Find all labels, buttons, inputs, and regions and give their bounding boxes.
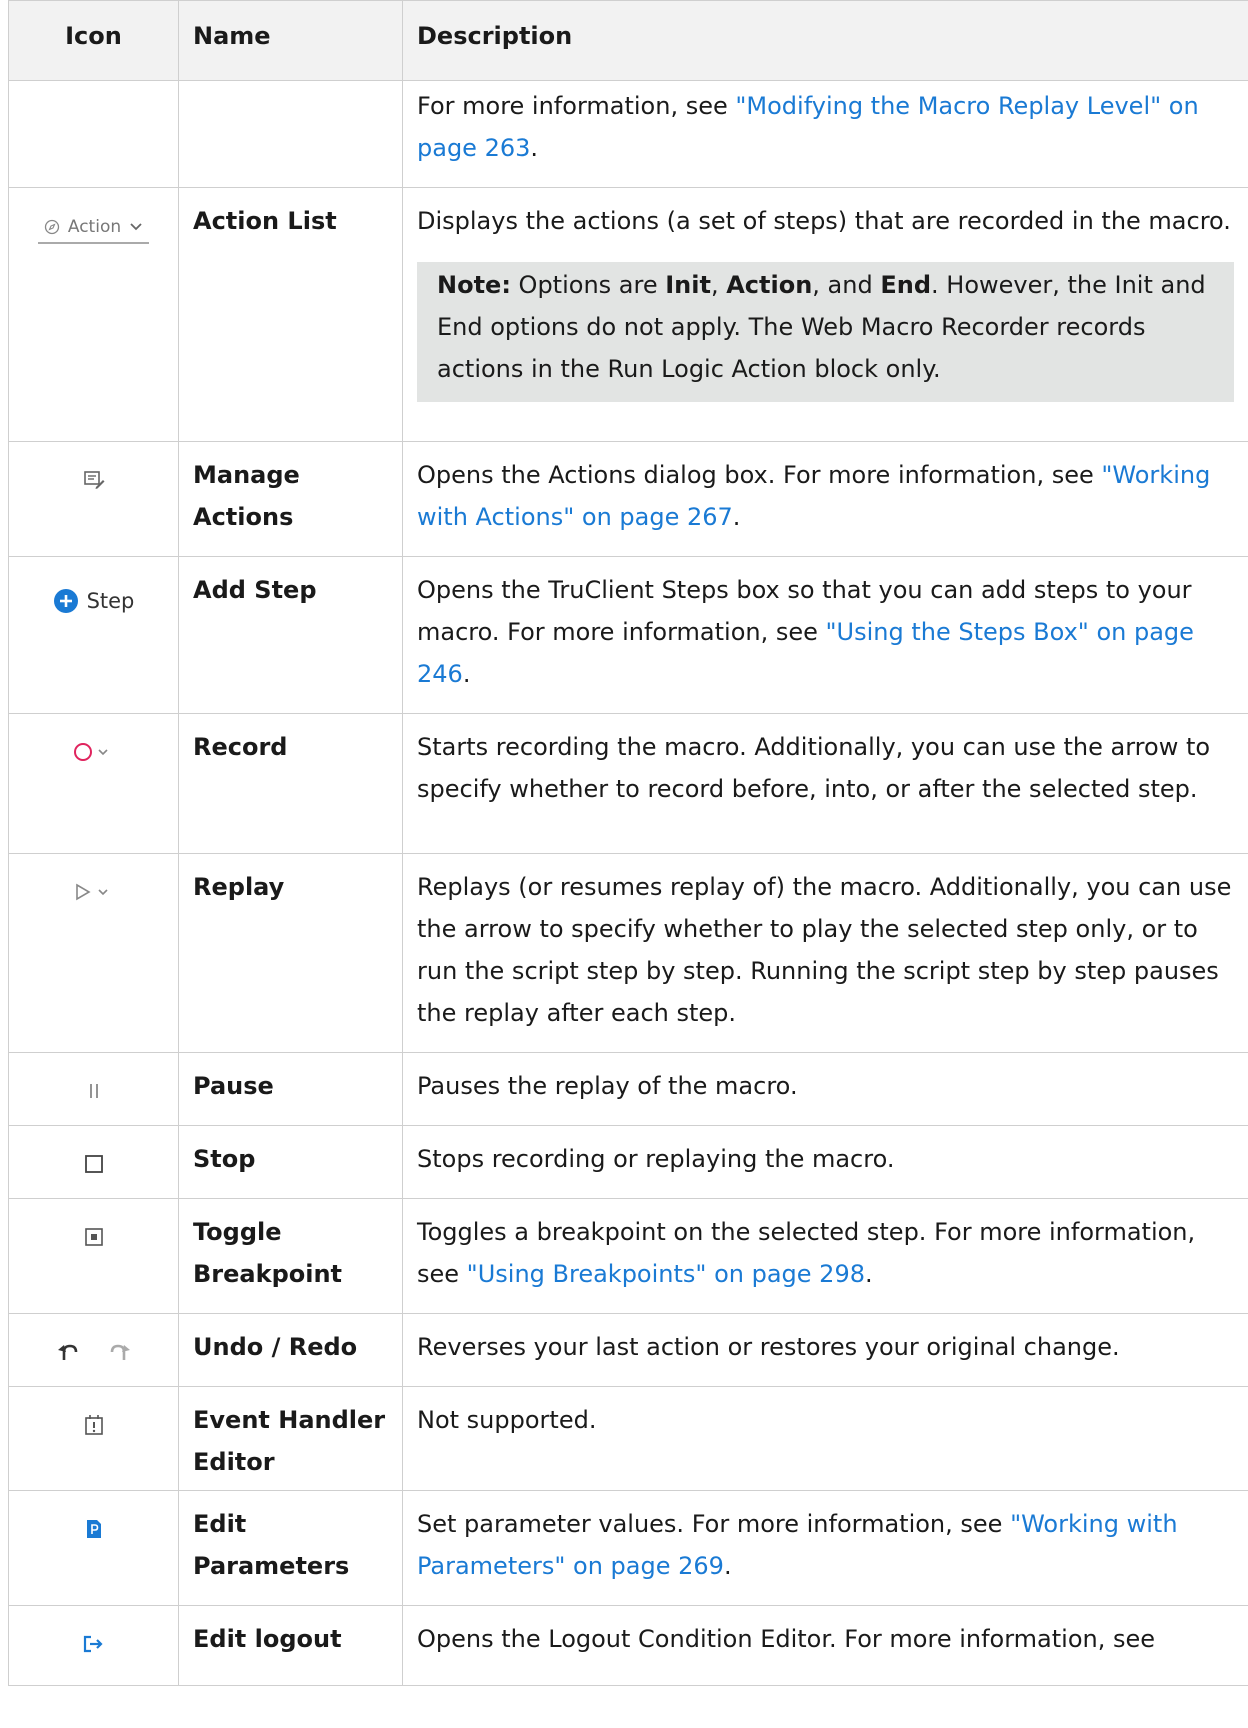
manage-actions-icon — [83, 469, 105, 491]
row-description: Opens the Logout Condition Editor. For m… — [402, 1605, 1248, 1686]
row-description: Starts recording the macro. Additionally… — [402, 713, 1248, 854]
icon-cell-empty — [8, 80, 179, 188]
row-name: Action List — [178, 187, 403, 442]
row-name: Toggle Breakpoint — [178, 1198, 403, 1314]
row-description: Opens the TruClient Steps box so that yo… — [402, 556, 1248, 714]
note-text: , — [710, 271, 727, 299]
table-row: Step Add Step Opens the TruClient Steps … — [8, 556, 1248, 714]
icon-cell — [8, 713, 179, 854]
icon-cell — [8, 441, 179, 557]
action-dropdown-label: Action — [67, 217, 122, 237]
row-name: Manage Actions — [178, 441, 403, 557]
header-description: Description — [402, 0, 1248, 81]
row-description: Toggles a breakpoint on the selected ste… — [402, 1198, 1248, 1314]
table-header-row: Icon Name Description — [8, 0, 1248, 81]
note-bold-init: Init — [665, 271, 711, 299]
replay-icon — [71, 880, 117, 904]
row-name: Stop — [178, 1125, 403, 1199]
icon-cell: Action — [8, 187, 179, 442]
note-text: , and — [812, 271, 881, 299]
table-row: Action Action List Displays the actions … — [8, 187, 1248, 442]
table-row: Edit logout Opens the Logout Condition E… — [8, 1605, 1248, 1686]
edit-logout-icon — [82, 1633, 106, 1655]
description-period: . — [530, 134, 539, 162]
description-text: Opens the Actions dialog box. For more i… — [417, 461, 1102, 489]
table-row: For more information, see "Modifying the… — [8, 80, 1248, 188]
description-period: . — [462, 660, 471, 688]
row-description: For more information, see "Modifying the… — [402, 80, 1248, 188]
row-name — [178, 80, 403, 188]
edit-parameters-icon — [84, 1518, 104, 1540]
icon-cell — [8, 1198, 179, 1314]
icon-cell — [8, 1052, 179, 1126]
row-description: Pauses the replay of the macro. — [402, 1052, 1248, 1126]
table-row: Edit Parameters Set parameter values. Fo… — [8, 1490, 1248, 1606]
action-dropdown-icon: Action — [37, 216, 150, 244]
note-text: Options are — [510, 271, 666, 299]
icon-cell — [8, 1490, 179, 1606]
row-name: Add Step — [178, 556, 403, 714]
add-step-icon: Step — [53, 588, 135, 614]
table-row: Record Starts recording the macro. Addit… — [8, 713, 1248, 854]
plus-circle-icon — [53, 589, 78, 613]
description-text: Displays the actions (a set of steps) th… — [417, 207, 1231, 235]
header-icon: Icon — [8, 0, 179, 81]
row-name: Pause — [178, 1052, 403, 1126]
icon-cell — [8, 853, 179, 1053]
record-icon — [71, 740, 117, 764]
icon-cell — [8, 1386, 179, 1491]
description-period: . — [864, 1260, 873, 1288]
description-period: . — [723, 1552, 732, 1580]
row-name: Event Handler Editor — [178, 1386, 403, 1491]
row-name: Record — [178, 713, 403, 854]
row-description: Not supported. — [402, 1386, 1248, 1491]
table-row: Event Handler Editor Not supported. — [8, 1386, 1248, 1491]
undo-redo-icon — [52, 1340, 136, 1364]
event-handler-icon — [83, 1413, 105, 1437]
row-name: Edit Parameters — [178, 1490, 403, 1606]
description-text: For more information, see — [417, 92, 736, 120]
row-description: Reverses your last action or restores yo… — [402, 1313, 1248, 1387]
icon-cell: Step — [8, 556, 179, 714]
row-description: Stops recording or replaying the macro. — [402, 1125, 1248, 1199]
table-row: Replay Replays (or resumes replay of) th… — [8, 853, 1248, 1053]
description-period: . — [732, 503, 741, 531]
note-bold-end: End — [880, 271, 932, 299]
table-row: Pause Pauses the replay of the macro. — [8, 1052, 1248, 1126]
add-step-label: Step — [86, 589, 135, 613]
row-name: Edit logout — [178, 1605, 403, 1686]
breakpoint-icon — [83, 1226, 105, 1248]
note-label: Note: — [437, 271, 511, 299]
toolbar-reference-table: Icon Name Description For more informati… — [8, 0, 1248, 1686]
row-description: Opens the Actions dialog box. For more i… — [402, 441, 1248, 557]
table-row: Stop Stops recording or replaying the ma… — [8, 1125, 1248, 1199]
row-description: Displays the actions (a set of steps) th… — [402, 187, 1248, 442]
row-description: Set parameter values. For more informati… — [402, 1490, 1248, 1606]
description-text: Set parameter values. For more informati… — [417, 1510, 1011, 1538]
chevron-down-icon — [130, 223, 142, 231]
header-name: Name — [178, 0, 403, 81]
row-description: Replays (or resumes replay of) the macro… — [402, 853, 1248, 1053]
note-box: Note: Options are Init, Action, and End.… — [417, 262, 1234, 402]
table-row: Undo / Redo Reverses your last action or… — [8, 1313, 1248, 1387]
pause-icon — [84, 1080, 104, 1102]
stop-icon — [83, 1153, 105, 1175]
compass-icon — [44, 219, 60, 235]
icon-cell — [8, 1125, 179, 1199]
table-row: Manage Actions Opens the Actions dialog … — [8, 441, 1248, 557]
icon-cell — [8, 1313, 179, 1387]
table-row: Toggle Breakpoint Toggles a breakpoint o… — [8, 1198, 1248, 1314]
note-bold-action: Action — [726, 271, 813, 299]
icon-cell — [8, 1605, 179, 1686]
link-using-breakpoints[interactable]: "Using Breakpoints" on page 298 — [467, 1260, 865, 1288]
row-name: Undo / Redo — [178, 1313, 403, 1387]
row-name: Replay — [178, 853, 403, 1053]
